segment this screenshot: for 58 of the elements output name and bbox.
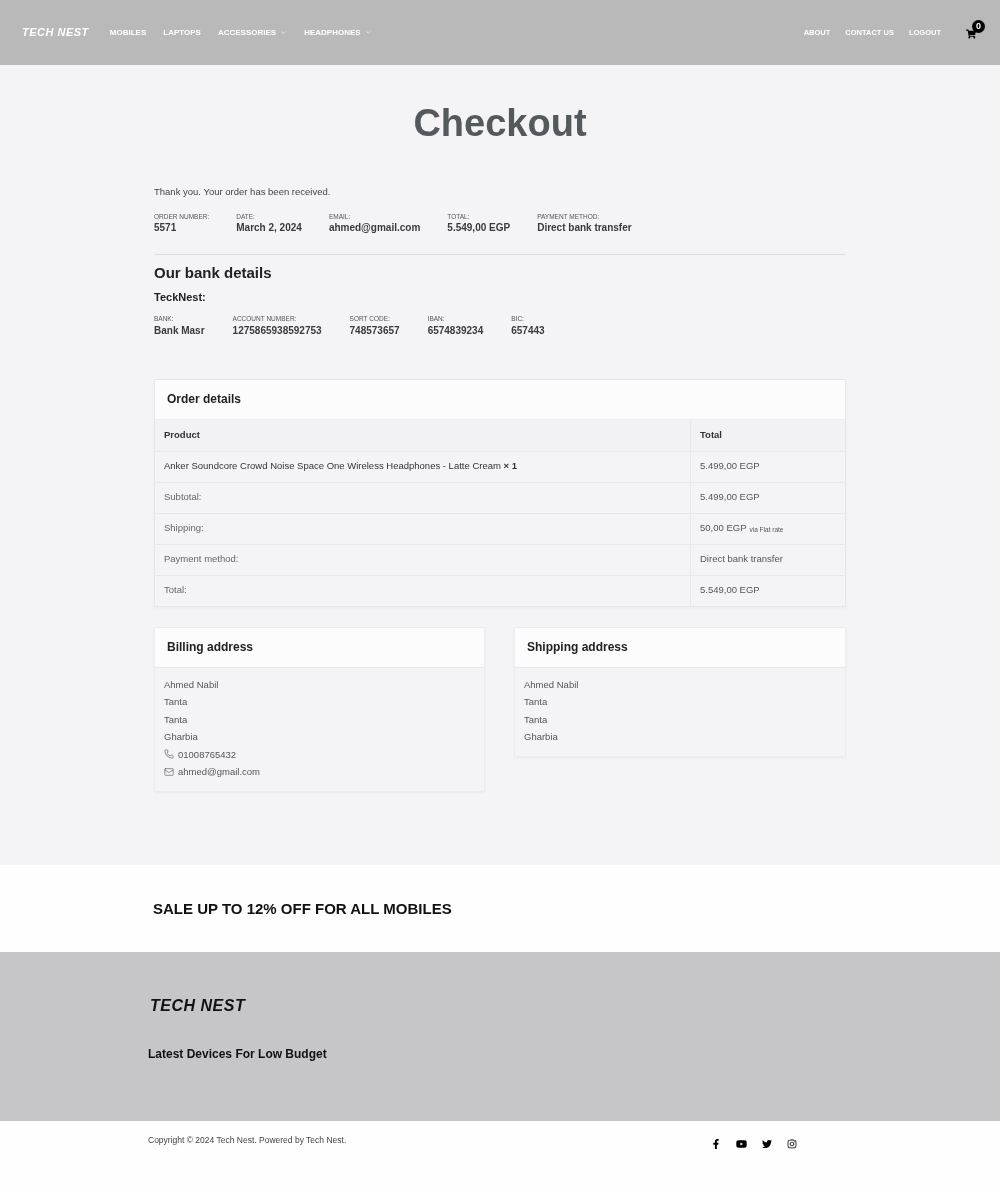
- table-cell: 5.549,00 EGP: [690, 575, 845, 606]
- address-line: Ahmed Nabil: [164, 678, 219, 690]
- overview-value: Direct bank transfer: [537, 223, 632, 233]
- nav-link[interactable]: MOBILES: [109, 26, 147, 39]
- card-title: Order details: [167, 393, 242, 405]
- address-line: Ahmed Nabil: [524, 678, 579, 690]
- twitter-icon[interactable]: [762, 1139, 772, 1149]
- table-cell: 5.499,00 EGP: [690, 482, 845, 513]
- bank-field-value: 6574839234: [427, 325, 484, 336]
- address-line: Tanta: [164, 696, 188, 708]
- bank-field-value: 657443: [511, 325, 545, 336]
- bank-field-value: Bank Masr: [154, 325, 205, 336]
- mail-icon: [164, 766, 174, 777]
- footer-tagline: Latest Devices For Low Budget: [148, 1048, 327, 1060]
- facebook-icon[interactable]: [711, 1139, 721, 1149]
- address-line: Tanta: [524, 696, 548, 708]
- column-header: Total: [690, 419, 845, 452]
- bank-field-value: 1275865938592753: [232, 325, 322, 336]
- table-cell-text: Shipping:: [163, 521, 205, 536]
- order-received-notice: Thank you. Your order has been received.: [154, 187, 331, 197]
- cart-count-badge: 0: [972, 19, 985, 33]
- address-line: Gharbia: [524, 731, 558, 743]
- nav-link[interactable]: ACCESSORIES: [217, 26, 288, 39]
- table-cell: 5.499,00 EGP: [690, 451, 845, 482]
- overview-value: 5.549,00 EGP: [447, 223, 511, 233]
- chevron-down-icon: [364, 29, 372, 36]
- overview-value: 5571: [154, 223, 177, 233]
- bank-field-value: 748573657: [349, 325, 400, 336]
- table-cell-text: Total:: [163, 583, 188, 598]
- promo-text: SALE UP TO 12% OFF FOR ALL MOBILES: [153, 901, 452, 916]
- column-header: Product: [155, 419, 690, 452]
- card-title: Shipping address: [527, 641, 628, 653]
- address-line: Tanta: [524, 713, 548, 725]
- table-cell: Direct bank transfer: [690, 544, 845, 575]
- copyright-text: Copyright © 2024 Tech Nest. Powered by Tech Nest.: [148, 1136, 347, 1145]
- section-heading: Our bank details: [154, 265, 272, 280]
- nav-link[interactable]: HEADPHONES: [304, 26, 372, 39]
- bank-account-name: TeckNest:: [154, 292, 206, 303]
- chevron-down-icon: [280, 29, 288, 36]
- overview-value: ahmed@gmail.com: [328, 223, 421, 233]
- cart-icon[interactable]: [966, 28, 976, 39]
- table-cell-text: Payment method:: [163, 552, 240, 567]
- phone-number: 01008765432: [178, 748, 237, 760]
- page-title: Checkout: [413, 101, 587, 142]
- phone-icon: [164, 749, 174, 760]
- address-line: Gharbia: [164, 731, 198, 743]
- logo[interactable]: TECH NEST: [22, 27, 89, 38]
- overview-value: March 2, 2024: [236, 223, 302, 233]
- table-cell-text: Subtotal:: [163, 490, 203, 505]
- table-cell-text: Anker Soundcore Crowd Noise Space One Wireless Headphones - Latte Cream × 1: [163, 459, 518, 474]
- logo: TECH NEST: [150, 997, 246, 1014]
- card-title: Billing address: [167, 641, 254, 653]
- address-line: Tanta: [164, 713, 188, 725]
- nav-link[interactable]: LAPTOPS: [163, 26, 201, 39]
- instagram-icon[interactable]: [787, 1139, 797, 1149]
- email-address: ahmed@gmail.com: [178, 766, 260, 778]
- youtube-icon[interactable]: [736, 1139, 747, 1149]
- price-text: 50,00 EGP: [700, 521, 747, 536]
